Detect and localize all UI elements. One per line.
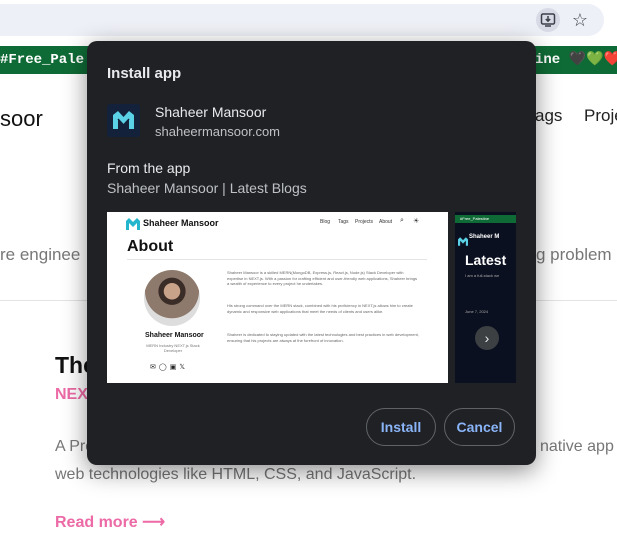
mini-divider [127, 259, 427, 260]
mini-paragraph-1: Shaheer Mansoor is a skilled MERN(MongoD… [227, 270, 418, 287]
banner-text-left: #Free_Pale [0, 52, 85, 68]
mini-brand: Shaheer Mansoor [143, 218, 219, 228]
mini-avatar [144, 270, 200, 326]
install-app-dialog: Install app Shaheer Mansoor shaheermanso… [87, 41, 536, 465]
nav-link-tags[interactable]: ags [535, 106, 562, 126]
app-url: shaheermansoor.com [155, 124, 281, 139]
address-bar[interactable] [0, 4, 604, 36]
post-description-line2: web technologies like HTML, CSS, and Jav… [55, 466, 417, 483]
mini-theme-icon: ☀ [413, 218, 420, 225]
mini2-banner: #Free_Palestine [455, 215, 516, 223]
hero-text-right: g problem [536, 245, 612, 264]
hero-text-left: re enginee [0, 245, 81, 264]
install-app-icon[interactable] [536, 8, 560, 32]
mini-paragraph-2: His strong command over the MERN stack, … [227, 303, 413, 314]
post-description-line1-right: native app [540, 438, 614, 455]
mini2-subtitle: I am a full-stack we [465, 273, 500, 278]
from-the-app-value: Shaheer Mansoor | Latest Blogs [107, 180, 307, 196]
screenshot-next-icon[interactable]: › [475, 326, 499, 350]
mini-nav-about: About [379, 219, 393, 225]
banner-text-right: ine 🖤💚❤️ [535, 52, 617, 68]
app-screenshot-about: Shaheer Mansoor Blog Tags Projects About… [107, 212, 448, 383]
browser-toolbar: ☆ [0, 0, 617, 40]
mini2-title: Latest [465, 252, 507, 268]
from-the-app-label: From the app [107, 160, 191, 176]
mini2-brand: Shaheer M [469, 234, 500, 240]
mini-profile-name: Shaheer Mansoor [145, 332, 204, 339]
mini-nav-tags: Tags [338, 219, 349, 225]
app-logo-icon [107, 104, 140, 137]
app-name: Shaheer Mansoor [155, 104, 267, 120]
nav-link-projects[interactable]: Proje [584, 106, 617, 126]
app-screenshot-latest: #Free_Palestine Shaheer M Latest I am a … [455, 212, 516, 383]
mini-search-icon: ⌕ [400, 217, 404, 224]
mini-profile-role: MERN Industry NEXT.js Stack Developer [146, 343, 200, 353]
mini-about-heading: About [127, 238, 174, 255]
cancel-button[interactable]: Cancel [444, 408, 515, 446]
mini-paragraph-3: Shaheer is dedicated to staying updated … [227, 332, 419, 343]
mini-social-icons: ✉◯▣𝕏 [150, 364, 188, 371]
read-more-link[interactable]: Read more ⟶ [55, 512, 165, 532]
mini2-date: June 7, 2024 [465, 309, 489, 314]
install-button[interactable]: Install [366, 408, 436, 446]
post-tag[interactable]: NEX [55, 386, 88, 404]
site-logo-text[interactable]: soor [0, 106, 43, 132]
mini-logo-icon [126, 217, 140, 230]
mini-nav-blog: Blog [320, 219, 331, 225]
mini2-logo-icon [458, 233, 468, 251]
dialog-title: Install app [107, 65, 182, 82]
bookmark-star-icon[interactable]: ☆ [569, 9, 591, 31]
mini-nav-projects: Projects [355, 219, 374, 225]
